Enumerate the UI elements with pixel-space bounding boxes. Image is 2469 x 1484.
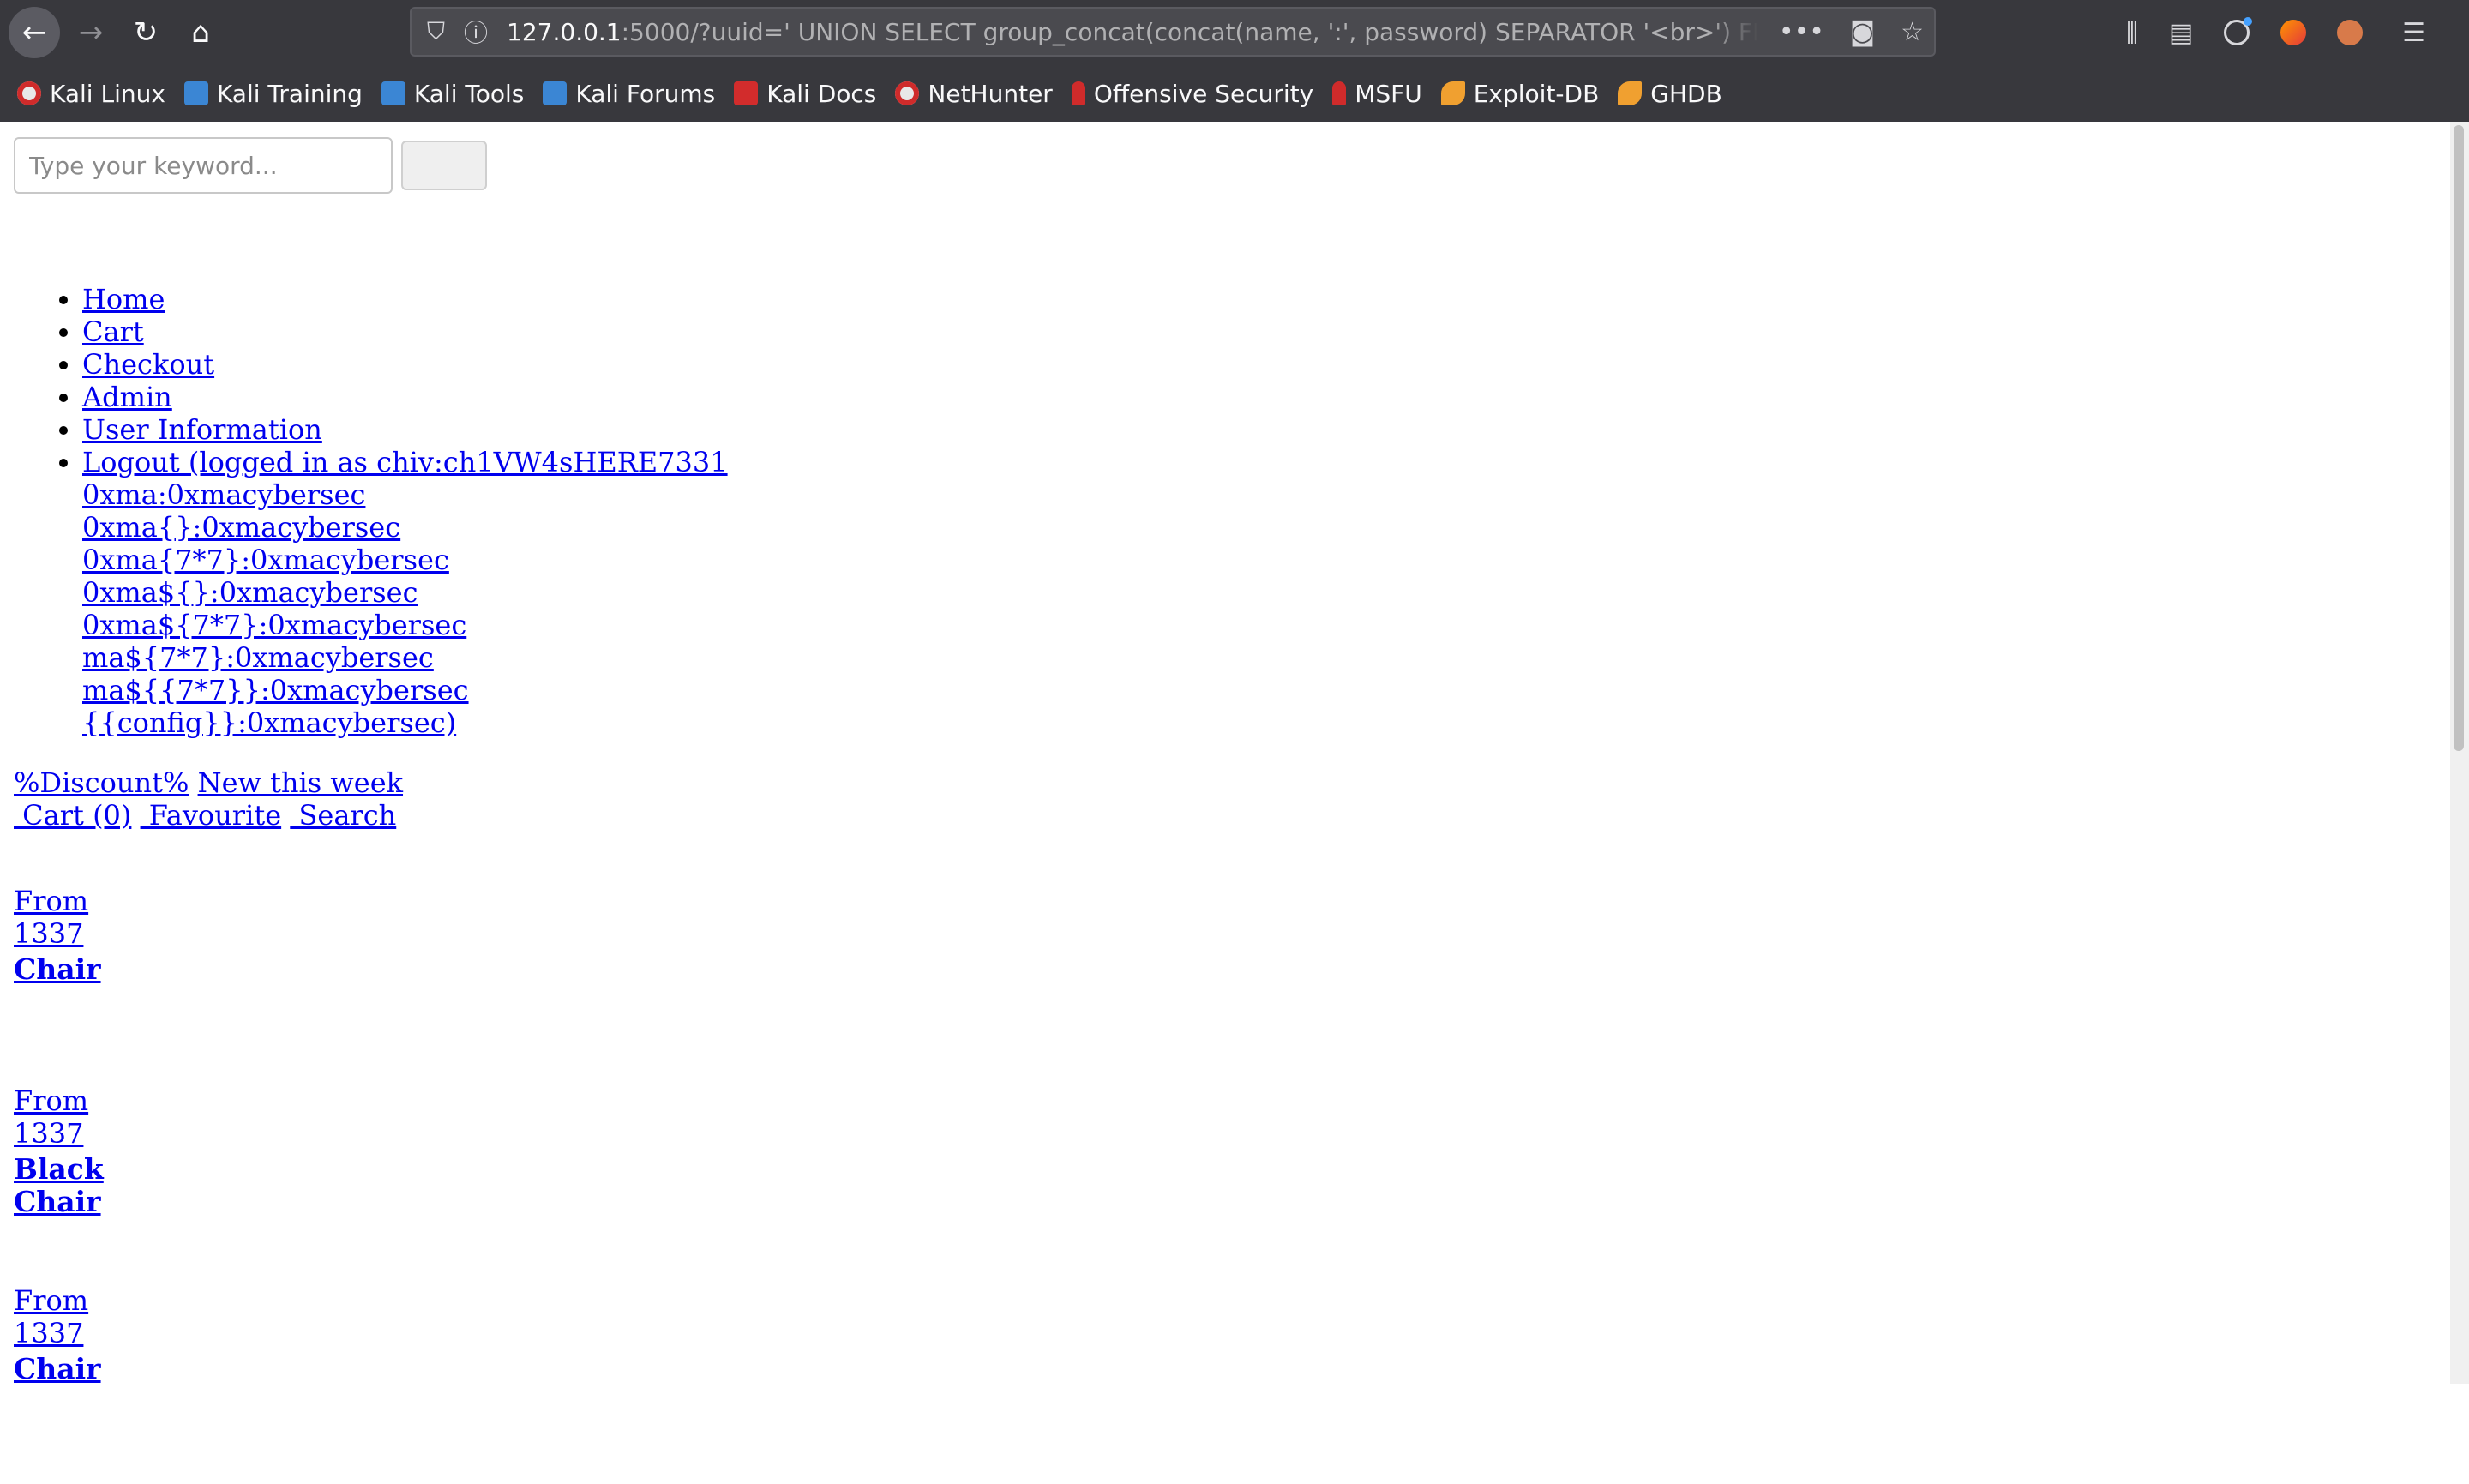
user-information-link[interactable]: User Information — [82, 413, 322, 446]
bookmark-star-icon[interactable]: ☆ — [1901, 17, 1924, 47]
kali-tools-icon — [381, 81, 405, 105]
nav-item-checkout: Checkout — [82, 348, 728, 381]
search-button[interactable] — [401, 141, 487, 190]
bookmark-label: MSFU — [1355, 79, 1422, 108]
offsec-icon — [1071, 81, 1085, 105]
arrow-left-icon: ← — [21, 15, 47, 50]
leaked-credential: 0xma:0xmacybersec — [82, 478, 366, 511]
home-button[interactable]: ⌂ — [175, 7, 226, 58]
bookmark-label: Kali Training — [216, 79, 363, 108]
admin-link[interactable]: Admin — [82, 381, 172, 413]
bookmark-item[interactable]: Kali Linux — [17, 80, 165, 108]
bookmark-label: Kali Tools — [413, 79, 525, 108]
library-icon[interactable]: ⫼ — [2126, 18, 2138, 48]
bookmark-item[interactable]: Kali Forums — [543, 80, 715, 108]
bookmark-label: Kali Linux — [50, 79, 165, 108]
arrow-right-icon: → — [78, 15, 104, 50]
kali-docs-icon — [734, 81, 759, 105]
firefox-extension-icon[interactable] — [2280, 20, 2307, 45]
leaked-credential: 0xma${7*7}:0xmacybersec — [82, 609, 467, 641]
kali-tools-icon — [183, 81, 208, 105]
discount-link[interactable]: %Discount% — [14, 766, 189, 799]
nav-item-logout: Logout (logged in as chiv:ch1VW4sHERE733… — [82, 446, 728, 739]
product-name-link[interactable]: Black Chair — [14, 1153, 104, 1218]
nav-item-user-information: User Information — [82, 413, 728, 446]
bookmarks-toolbar: Kali Linux Kali Training Kali Tools Kali Fo… — [0, 72, 2469, 115]
url-text[interactable]: 127.0.0.1:5000/?uuid=' UNION SELECT grou… — [507, 18, 1758, 46]
new-this-week-link[interactable]: New this week — [198, 766, 403, 799]
kali-tools-icon — [543, 81, 568, 105]
offsec-icon — [1332, 81, 1347, 105]
leaked-credential: 0xma${}:0xmacybersec — [82, 576, 418, 609]
bookmark-item[interactable]: GHDB — [1618, 80, 1722, 108]
favourite-link[interactable]: Favourite — [141, 799, 281, 832]
product-price-link[interactable]: From 1337 — [14, 1284, 88, 1349]
exploit-db-icon — [1440, 81, 1465, 105]
search-input[interactable] — [14, 137, 393, 194]
hamburger-menu-icon[interactable]: ☰ — [2402, 18, 2425, 48]
leaked-credential: 0xma{7*7}:0xmacybersec — [82, 544, 449, 576]
forward-button[interactable]: → — [65, 7, 117, 58]
page-content: Home Cart Checkout Admin User Informatio… — [0, 122, 2469, 1385]
browser-chrome: ← → ↻ ⌂ ⛉ ⓘ 127.0.0.1:5000/?uuid=' UNION… — [0, 0, 2469, 122]
site-info-icon[interactable]: ⓘ — [464, 15, 488, 49]
home-icon: ⌂ — [191, 15, 210, 50]
leaked-credential: 0xma{}:0xmacybersec — [82, 511, 401, 544]
url-host: 127.0.0.1 — [507, 17, 622, 46]
bookmark-item[interactable]: NetHunter — [895, 79, 1053, 108]
cart-link[interactable]: Cart — [82, 315, 144, 348]
leaked-credential: ma${7*7}:0xmacybersec — [82, 641, 434, 674]
bookmark-label: GHDB — [1650, 79, 1722, 108]
url-path: :5000/?uuid=' UNION SELECT group_concat(… — [621, 17, 1759, 46]
page-actions-icon[interactable]: ••• — [1779, 17, 1824, 47]
exploit-db-icon — [1618, 81, 1643, 105]
cart-count-link[interactable]: Cart (0) — [14, 799, 131, 832]
tracking-protection-shield-icon[interactable]: ⛉ — [427, 17, 445, 46]
palette-extension-icon[interactable] — [2337, 20, 2364, 45]
home-link[interactable]: Home — [82, 283, 165, 315]
address-bar[interactable]: ⛉ ⓘ 127.0.0.1:5000/?uuid=' UNION SELECT … — [410, 7, 1936, 57]
reload-button[interactable]: ↻ — [120, 7, 171, 58]
bookmark-item[interactable]: Offensive Security — [1071, 79, 1314, 108]
bookmark-item[interactable]: Kali Training — [183, 79, 363, 108]
product-name-link[interactable]: Chair — [14, 1353, 101, 1385]
leaked-credential: {{config}}:0xmacybersec) — [82, 706, 457, 739]
bookmark-label: Offensive Security — [1093, 79, 1314, 108]
vertical-scrollbar[interactable] — [2450, 122, 2469, 1384]
search-link[interactable]: Search — [290, 799, 396, 832]
product-price-link[interactable]: From 1337 — [14, 1084, 88, 1150]
kali-icon — [895, 81, 920, 105]
nav-item-admin: Admin — [82, 381, 728, 413]
checkout-link[interactable]: Checkout — [82, 348, 214, 381]
bookmark-item[interactable]: MSFU — [1332, 80, 1422, 108]
url-actions: ••• ◙ ☆ — [1779, 9, 1924, 55]
browser-toolbar: ← → ↻ ⌂ ⛉ ⓘ 127.0.0.1:5000/?uuid=' UNION… — [0, 0, 2469, 65]
leaked-credential: ma${{7*7}}:0xmacybersec — [82, 674, 469, 706]
toolbar-right-icons: ⫼ ▤ ☰ — [2126, 0, 2425, 65]
logout-link[interactable]: Logout (logged in as chiv:ch1VW4sHERE733… — [82, 446, 728, 739]
logout-line: Logout (logged in as chiv:ch1VW4sHERE733… — [82, 446, 728, 478]
main-nav: Home Cart Checkout Admin User Informatio… — [0, 283, 728, 739]
pocket-icon[interactable]: ◙ — [1850, 17, 1875, 47]
account-icon[interactable] — [2224, 17, 2253, 45]
bookmark-label: Kali Forums — [575, 79, 716, 108]
nav-item-home: Home — [82, 283, 728, 315]
product-price-link[interactable]: From 1337 — [14, 885, 88, 950]
reload-icon: ↻ — [133, 15, 159, 50]
bookmark-item[interactable]: Kali Docs — [734, 80, 876, 108]
bookmark-label: NetHunter — [928, 79, 1053, 108]
promo-links: %Discount% New this week Cart (0) Favour… — [14, 766, 403, 832]
product-name-link[interactable]: Chair — [14, 953, 101, 986]
bookmark-item[interactable]: Exploit-DB — [1440, 79, 1600, 108]
bookmark-item[interactable]: Kali Tools — [381, 80, 524, 108]
bookmark-label: Kali Docs — [766, 79, 877, 108]
sidebar-icon[interactable]: ▤ — [2169, 18, 2193, 48]
kali-icon — [17, 81, 41, 105]
back-button[interactable]: ← — [9, 7, 60, 58]
scrollbar-thumb[interactable] — [2454, 125, 2464, 751]
nav-item-cart: Cart — [82, 315, 728, 348]
bookmark-label: Exploit-DB — [1473, 79, 1600, 108]
